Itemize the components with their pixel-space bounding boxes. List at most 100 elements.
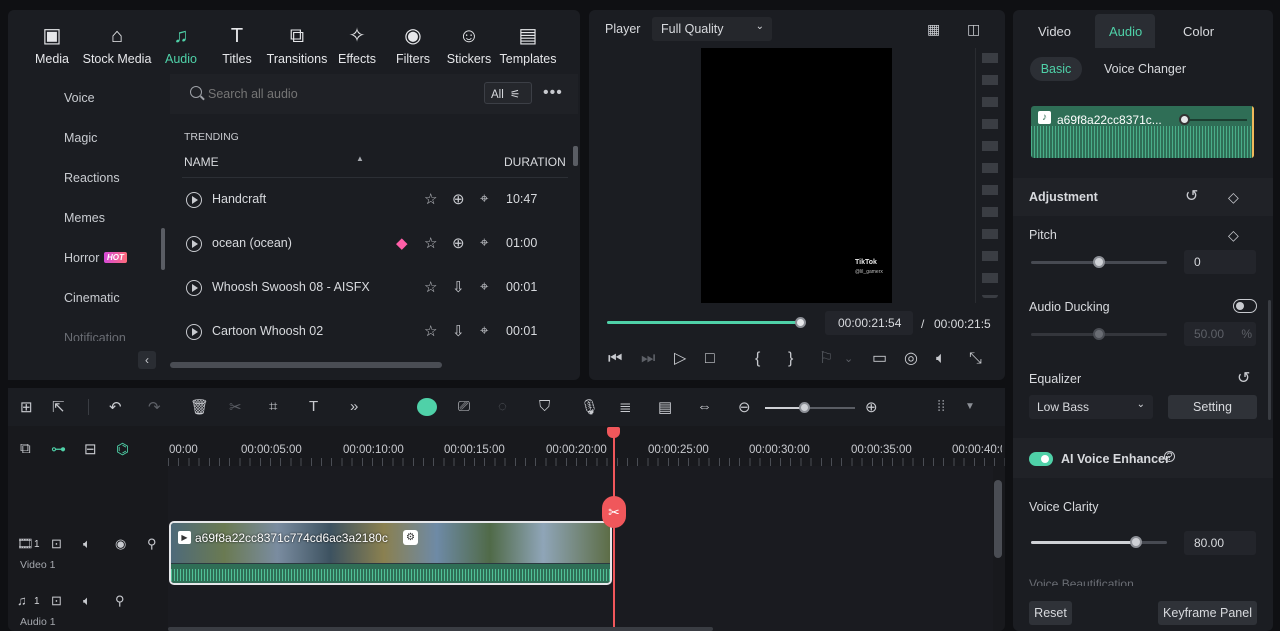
category-reactions[interactable]: Reactions xyxy=(64,171,120,185)
star-icon[interactable]: ☆ xyxy=(424,234,437,252)
layout-icon[interactable]: ⊞ xyxy=(20,398,33,416)
text-icon[interactable]: T xyxy=(309,398,318,415)
crop-icon[interactable]: ⌗ xyxy=(269,398,277,415)
ai-edit-icon[interactable]: ⚲ xyxy=(147,536,157,552)
ai-mate-icon[interactable] xyxy=(417,398,437,416)
lock-icon[interactable]: ⊡ xyxy=(51,593,62,609)
next-frame-icon[interactable]: ⏭ xyxy=(641,350,655,368)
mute-icon[interactable]: 🔈︎ xyxy=(83,536,91,552)
progress-knob[interactable] xyxy=(795,317,806,328)
quality-dropdown[interactable]: Full Quality ⌄ xyxy=(652,17,772,41)
list-hscrollbar[interactable] xyxy=(170,362,442,368)
toolbar-transitions[interactable]: ⧉ Transitions xyxy=(266,8,328,68)
keyframe-diamond-icon[interactable]: ◇ xyxy=(1228,188,1239,206)
zoom-out-icon[interactable]: ⊖ xyxy=(738,398,751,416)
reset-equalizer-icon[interactable]: ↺ xyxy=(1237,370,1250,388)
filter-dropdown[interactable]: All ⚟ xyxy=(484,82,532,104)
snapshot-icon[interactable]: ▤ xyxy=(658,398,672,416)
split-scissors-icon[interactable]: ✂ xyxy=(229,398,242,416)
zoom-in-icon[interactable]: ⊕ xyxy=(865,398,878,416)
play-icon[interactable]: ▷ xyxy=(674,350,686,368)
search-input[interactable] xyxy=(208,84,468,104)
category-notification[interactable]: Notification xyxy=(64,331,126,341)
toolbar-effects[interactable]: ✧ Effects xyxy=(326,8,388,68)
snapshot-camera-icon[interactable]: ◎ xyxy=(904,350,918,368)
list-item[interactable]: ocean (ocean) ◆ ☆ ⊕ ⌖ 01:00 xyxy=(172,222,572,266)
volume-icon[interactable]: 🔈︎ xyxy=(936,350,946,368)
audio-ducking-toggle[interactable] xyxy=(1233,299,1257,313)
toolbar-audio[interactable]: ♫ Audio xyxy=(150,8,212,68)
star-icon[interactable]: ☆ xyxy=(424,190,437,208)
auto-reframe-icon[interactable]: ⎚ xyxy=(458,398,470,415)
marker-icon[interactable]: ⚐ xyxy=(819,350,833,368)
magnet-icon[interactable]: ⌬ xyxy=(116,440,129,458)
category-magic[interactable]: Magic xyxy=(64,131,97,145)
track-layout-icon[interactable]: ⊟ xyxy=(84,440,97,458)
column-duration[interactable]: DURATION xyxy=(504,155,566,169)
grid-view-icon[interactable]: ▦ xyxy=(927,20,940,38)
fit-timeline-icon[interactable]: ⇔ xyxy=(697,398,712,415)
tab-video[interactable]: Video xyxy=(1038,24,1071,39)
list-item[interactable]: Whoosh Swoosh 08 - AISFX ☆ ⇩ ⌖ 00:01 xyxy=(172,266,572,310)
mute-icon[interactable]: 🔈︎ xyxy=(83,593,91,609)
more-options-icon[interactable]: ••• xyxy=(543,84,563,102)
grid-icon[interactable]: ⁞⁞ xyxy=(937,398,945,415)
star-icon[interactable]: ☆ xyxy=(424,278,437,296)
equalizer-dropdown[interactable]: Low Bass ⌄ xyxy=(1029,395,1153,419)
ai-edit-icon[interactable]: ⚲ xyxy=(115,593,125,609)
collapse-sidebar-button[interactable]: ‹ xyxy=(138,351,156,369)
mark-out-icon[interactable]: } xyxy=(788,350,793,368)
star-icon[interactable]: ☆ xyxy=(424,322,437,340)
setting-button[interactable]: Setting xyxy=(1168,395,1257,419)
detect-beat-icon[interactable]: ⌖ xyxy=(480,278,488,295)
list-item[interactable]: Cartoon Whoosh 02 ☆ ⇩ ⌖ 00:01 xyxy=(172,310,572,354)
display-icon[interactable]: ▭ xyxy=(872,350,887,368)
category-horror[interactable]: Horror xyxy=(64,251,99,265)
redo-icon[interactable]: ↷ xyxy=(148,398,161,416)
add-icon[interactable]: ⊕ xyxy=(452,190,465,208)
mark-in-icon[interactable]: { xyxy=(755,350,760,368)
category-cinematic[interactable]: Cinematic xyxy=(64,291,120,305)
sidebar-scrollbar[interactable] xyxy=(161,228,165,270)
clarity-slider-knob[interactable] xyxy=(1130,536,1142,548)
lock-icon[interactable]: ⊡ xyxy=(51,536,62,552)
play-icon[interactable] xyxy=(186,236,202,252)
clarity-value[interactable]: 80.00 xyxy=(1184,531,1256,555)
list-scrollbar[interactable] xyxy=(573,146,578,166)
ducking-value[interactable]: 50.00 % xyxy=(1184,322,1256,346)
reset-adjustment-icon[interactable]: ↺ xyxy=(1185,188,1198,206)
video-clip[interactable]: ▶ a69f8a22cc8371c774cd6ac3a2180c ⚙ xyxy=(169,521,612,585)
pitch-value[interactable]: 0 xyxy=(1184,250,1256,274)
toolbar-stock-media[interactable]: ⌂ Stock Media xyxy=(82,8,152,68)
delete-icon[interactable]: 🗑︎ xyxy=(190,398,209,416)
tab-color[interactable]: Color xyxy=(1183,24,1214,39)
pitch-keyframe-icon[interactable]: ◇ xyxy=(1228,226,1239,244)
toolbar-templates[interactable]: ▤ Templates xyxy=(497,8,559,68)
render-icon[interactable]: ◌ xyxy=(498,398,507,415)
playhead-split-button[interactable]: ✂ xyxy=(602,496,626,528)
add-track-icon[interactable]: ⧉ xyxy=(20,440,31,457)
subtab-voice-changer[interactable]: Voice Changer xyxy=(1104,62,1186,76)
download-icon[interactable]: ⇩ xyxy=(452,322,465,340)
shield-icon[interactable]: ⛉ xyxy=(539,398,550,415)
subtab-basic[interactable]: Basic xyxy=(1030,57,1082,81)
link-icon[interactable]: ⊶ xyxy=(51,440,66,458)
add-icon[interactable]: ⊕ xyxy=(452,234,465,252)
previous-frame-icon[interactable]: ⏮ xyxy=(608,350,622,368)
playhead-handle[interactable] xyxy=(607,427,620,438)
list-item[interactable]: Handcraft ☆ ⊕ ⌖ 10:47 xyxy=(172,178,572,222)
play-icon[interactable] xyxy=(186,324,202,340)
category-voice[interactable]: Voice xyxy=(64,91,95,105)
reset-button[interactable]: Reset xyxy=(1029,601,1072,625)
detect-beat-icon[interactable]: ⌖ xyxy=(480,234,488,251)
detect-beat-icon[interactable]: ⌖ xyxy=(480,322,488,339)
scopes-icon[interactable]: ◫ xyxy=(967,20,980,38)
eye-icon[interactable]: ◉ xyxy=(115,536,126,552)
keyframe-panel-button[interactable]: Keyframe Panel xyxy=(1158,601,1257,625)
playhead-line[interactable] xyxy=(613,430,615,631)
toolbar-filters[interactable]: ◉ Filters xyxy=(382,8,444,68)
column-name[interactable]: NAME xyxy=(184,155,219,169)
marker-chevron-icon[interactable]: ⌄ xyxy=(844,350,853,368)
select-tool-icon[interactable]: ⇱ xyxy=(52,398,65,416)
fullscreen-icon[interactable]: ⤡ xyxy=(969,350,982,368)
